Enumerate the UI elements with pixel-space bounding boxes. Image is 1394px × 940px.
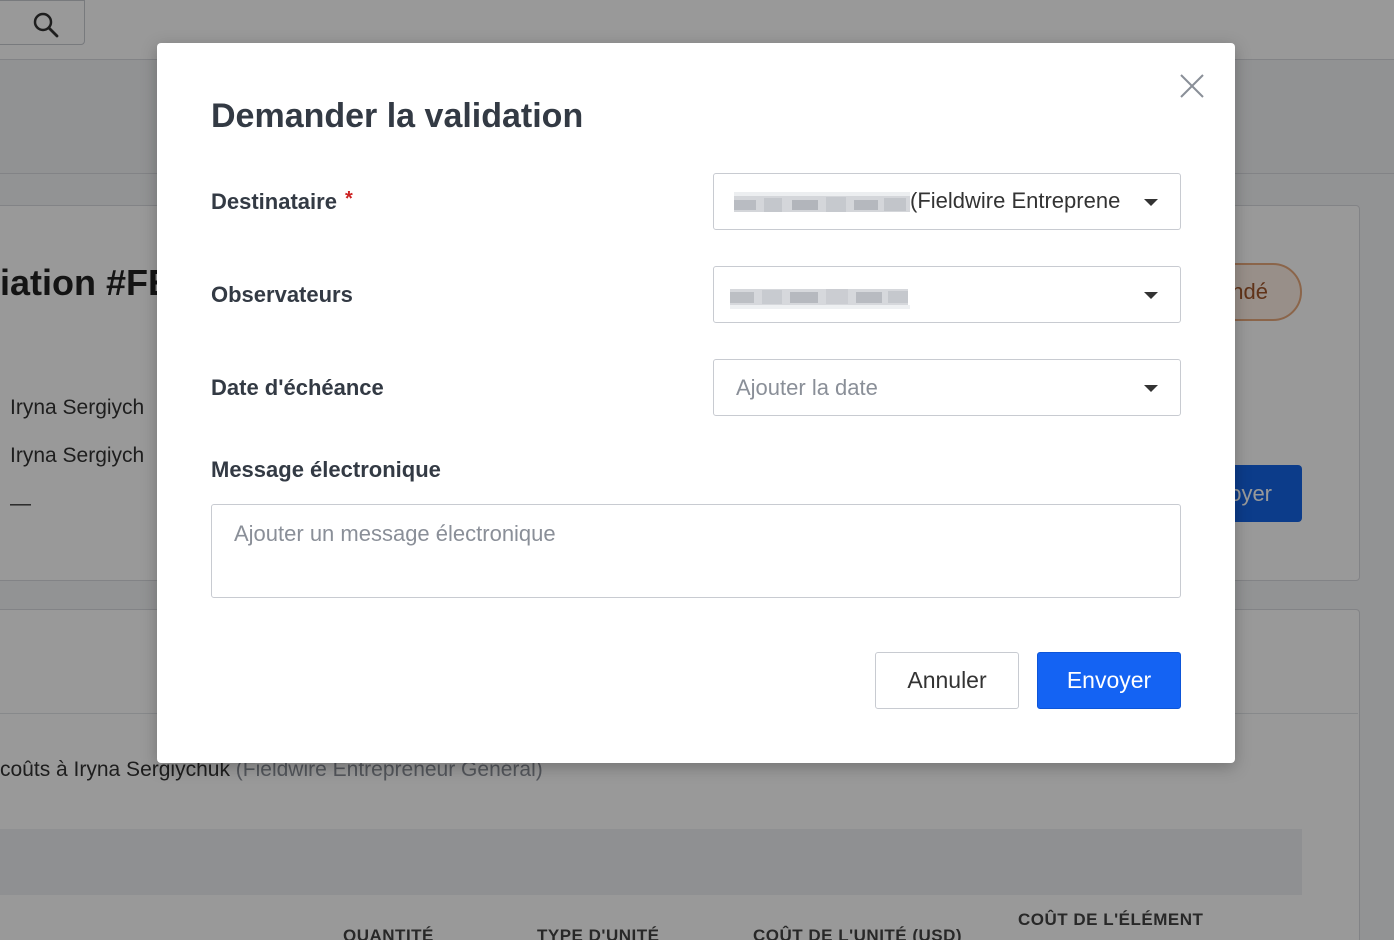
- recipient-select[interactable]: (Fieldwire Entreprene: [713, 173, 1181, 230]
- request-validation-dialog: Demander la validation Destinataire * (Fi…: [157, 43, 1235, 763]
- recipient-company: (Fieldwire Entreprene: [910, 188, 1121, 213]
- due-date-label: Date d'échéance: [211, 375, 384, 400]
- close-button[interactable]: [1177, 71, 1207, 101]
- cancel-button[interactable]: Annuler: [875, 652, 1019, 709]
- message-textarea[interactable]: Ajouter un message électronique: [211, 504, 1181, 598]
- message-placeholder: Ajouter un message électronique: [234, 521, 556, 546]
- send-button[interactable]: Envoyer: [1037, 652, 1181, 709]
- close-icon: [1180, 74, 1204, 98]
- due-date-picker[interactable]: Ajouter la date: [713, 359, 1181, 416]
- recipient-label-text: Destinataire: [211, 189, 337, 214]
- redacted-observer-blur: [730, 289, 910, 309]
- dialog-title: Demander la validation: [211, 97, 584, 135]
- message-label: Message électronique: [211, 457, 441, 482]
- observers-select[interactable]: [713, 266, 1181, 323]
- due-date-placeholder: Ajouter la date: [736, 375, 878, 400]
- chevron-down-icon: [1144, 385, 1158, 392]
- observers-label: Observateurs: [211, 282, 353, 307]
- required-marker: *: [344, 188, 353, 210]
- recipient-label: Destinataire *: [211, 188, 353, 215]
- chevron-down-icon: [1144, 199, 1158, 206]
- redacted-name-blur: [734, 192, 910, 212]
- chevron-down-icon: [1144, 292, 1158, 299]
